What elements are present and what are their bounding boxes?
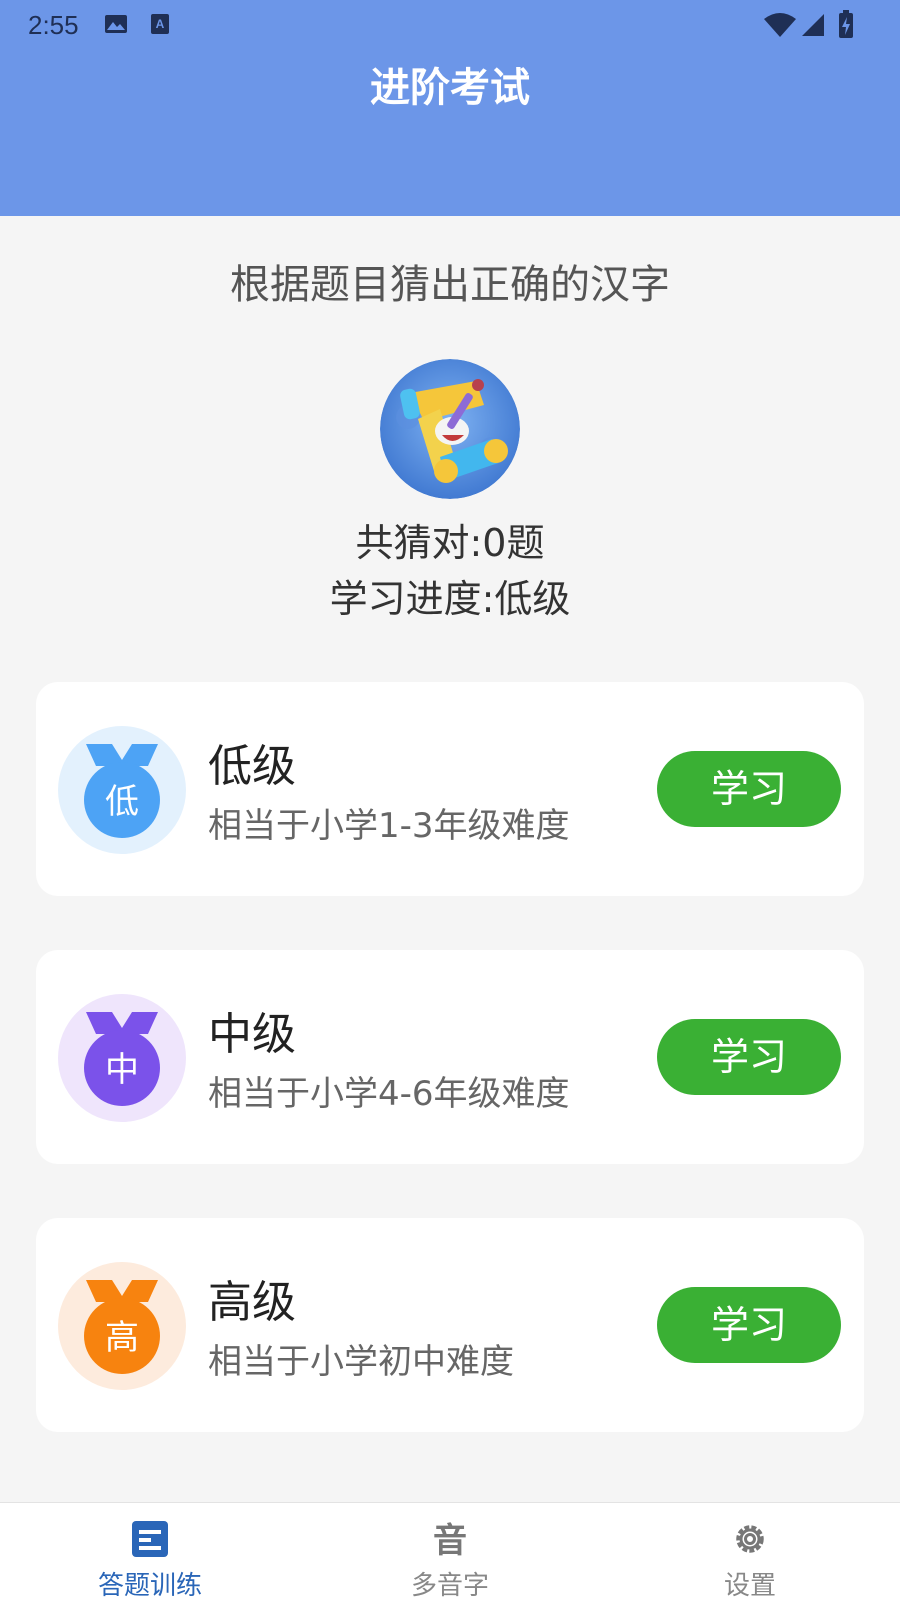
tab-label: 设置 <box>723 1571 776 1600</box>
level-description: 相当于小学1-3年级难度 <box>208 806 570 846</box>
gear-icon <box>736 1525 764 1553</box>
study-button-high[interactable]: 学习 <box>657 1287 841 1363</box>
tab-label: 多音字 <box>410 1571 489 1600</box>
high-level-medal-icon: 高 <box>58 1262 186 1390</box>
status-time: 2:55 <box>28 10 79 40</box>
guessed-count-text: 共猜对:0题 <box>355 521 545 565</box>
scroll-brush-illustration <box>380 359 520 499</box>
low-level-medal-icon: 低 <box>58 726 186 854</box>
svg-text:高: 高 <box>105 1318 139 1358</box>
level-description: 相当于小学初中难度 <box>208 1342 514 1382</box>
status-bar: 2:55 A <box>0 0 900 50</box>
keyboard-notification-icon: A <box>151 14 169 34</box>
battery-icon <box>839 10 853 38</box>
level-description: 相当于小学4-6年级难度 <box>208 1074 570 1114</box>
svg-text:A: A <box>156 17 165 31</box>
tab-settings[interactable]: 设置 <box>600 1503 900 1600</box>
image-notification-icon <box>105 15 127 33</box>
level-title: 中级 <box>208 1009 296 1060</box>
bottom-tab-bar: 答题训练 音 多音字 设置 <box>0 1502 900 1600</box>
polyphone-icon: 音 <box>433 1521 467 1559</box>
wifi-icon <box>764 13 796 37</box>
study-button-mid[interactable]: 学习 <box>657 1019 841 1095</box>
page-title: 进阶考试 <box>370 65 530 111</box>
svg-text:音: 音 <box>433 1521 467 1559</box>
instruction-text: 根据题目猜出正确的汉字 <box>230 262 670 308</box>
tab-polyphone[interactable]: 音 多音字 <box>300 1503 600 1600</box>
tab-quiz-training[interactable]: 答题训练 <box>0 1503 300 1600</box>
study-button-low[interactable]: 学习 <box>657 751 841 827</box>
level-title: 高级 <box>208 1277 296 1328</box>
level-card-high: 高 高级 相当于小学初中难度 学习 <box>36 1218 864 1432</box>
level-card-low: 低 低级 相当于小学1-3年级难度 学习 <box>36 682 864 896</box>
quiz-icon <box>132 1521 168 1557</box>
svg-text:中: 中 <box>105 1050 139 1090</box>
progress-level-text: 学习进度:低级 <box>329 577 571 621</box>
signal-icon <box>802 14 824 36</box>
level-card-mid: 中 中级 相当于小学4-6年级难度 学习 <box>36 950 864 1164</box>
tab-label: 答题训练 <box>97 1571 202 1600</box>
app-header: 2:55 A 进阶考试 <box>0 0 900 216</box>
mid-level-medal-icon: 中 <box>58 994 186 1122</box>
svg-text:低: 低 <box>105 782 139 822</box>
level-title: 低级 <box>208 741 296 792</box>
